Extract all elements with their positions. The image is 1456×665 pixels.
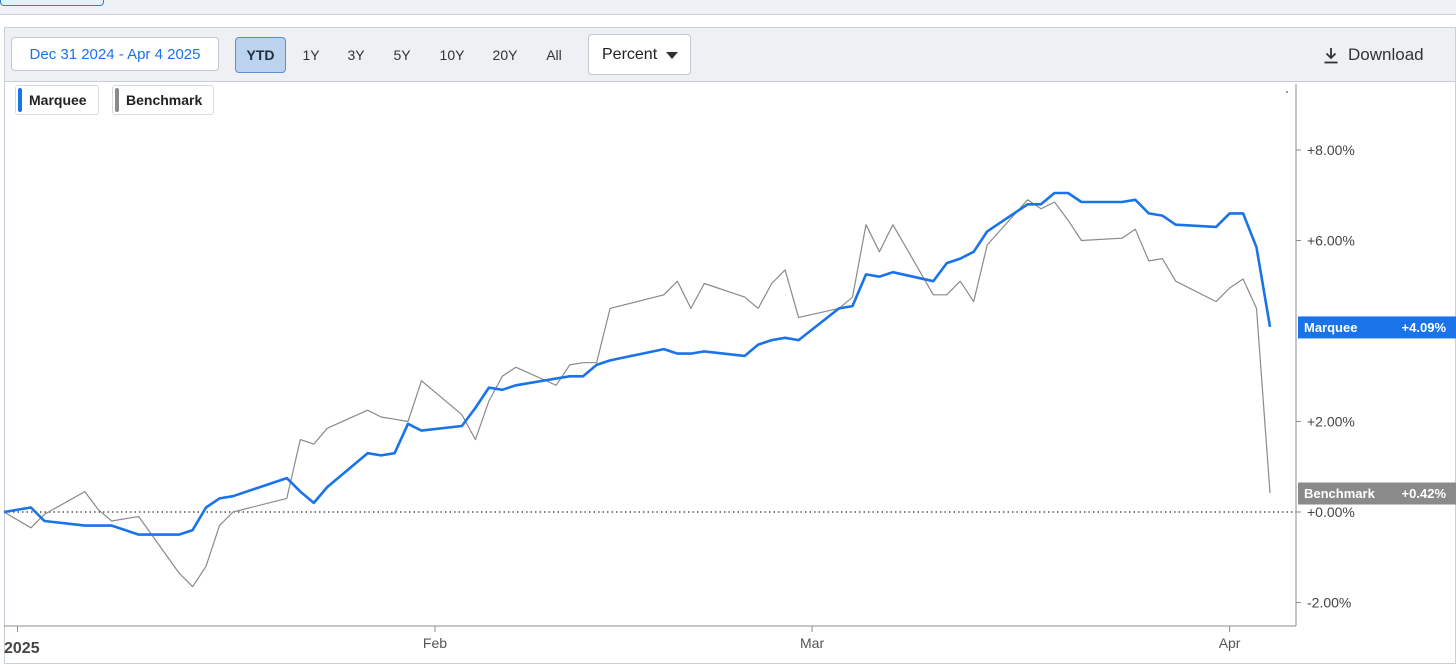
y-tick-label: +0.00% [1307, 504, 1355, 520]
y-tick-label: +6.00% [1307, 233, 1355, 249]
y-tick-label: -2.00% [1307, 595, 1351, 611]
series-line-marquee [3, 191, 1272, 536]
line-chart: -2.00% +0.00% +2.00% +6.00% +8.00% 2025 Feb Mar… [3, 84, 1456, 657]
x-tick-label: Feb [423, 635, 447, 651]
end-label-value-marquee: +4.09% [1402, 320, 1447, 335]
y-tick-label: +2.00% [1307, 414, 1355, 430]
corner-dot [1286, 91, 1288, 93]
x-tick-label: Apr [1219, 635, 1241, 651]
end-label-name-benchmark: Benchmark [1304, 486, 1376, 501]
x-tick-label: 2025 [4, 640, 40, 657]
y-tick-label: +8.00% [1307, 142, 1355, 158]
end-label-value-benchmark: +0.42% [1402, 486, 1447, 501]
x-tick-label: Mar [800, 635, 824, 651]
end-label-name-marquee: Marquee [1304, 320, 1357, 335]
